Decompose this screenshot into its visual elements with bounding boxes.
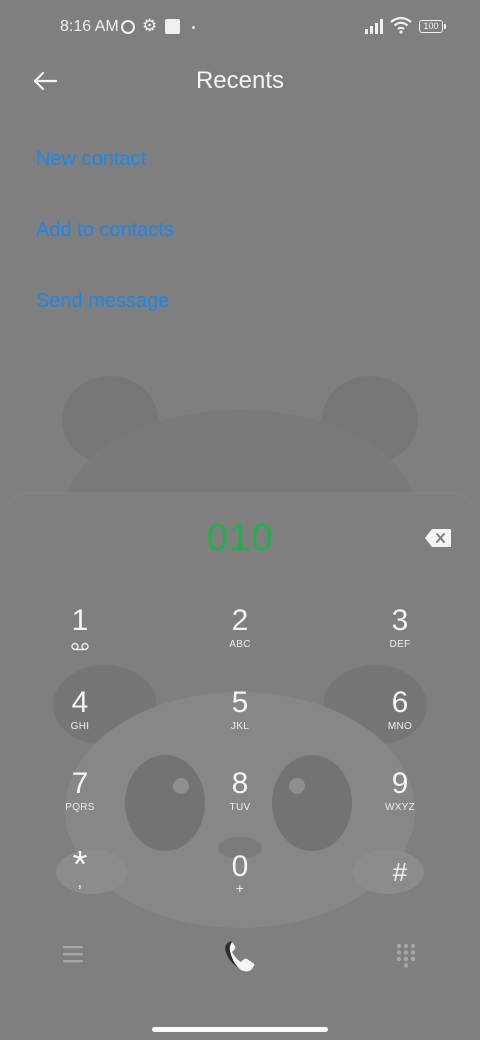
- key-7[interactable]: 7 PQRS: [20, 767, 140, 847]
- key-0[interactable]: 0 +: [180, 850, 300, 930]
- key-4[interactable]: 4 GHI: [20, 686, 140, 766]
- send-message-link[interactable]: Send message: [36, 290, 169, 313]
- square-notification-icon: [165, 19, 180, 34]
- add-to-contacts-link[interactable]: Add to contacts: [36, 219, 174, 242]
- gear-icon: ⚙: [142, 16, 158, 35]
- backspace-icon[interactable]: [424, 528, 452, 548]
- key-5[interactable]: 5 JKL: [180, 686, 300, 766]
- call-icon[interactable]: [221, 939, 259, 975]
- dialpad-icon[interactable]: [396, 943, 416, 969]
- key-2[interactable]: 2 ABC: [180, 604, 300, 684]
- key-3[interactable]: 3 DEF: [340, 604, 460, 684]
- menu-icon[interactable]: [62, 944, 84, 964]
- data-saver-icon: [121, 20, 135, 34]
- key-hash[interactable]: #: [340, 855, 460, 935]
- dot-icon: [192, 26, 195, 29]
- key-6[interactable]: 6 MNO: [340, 686, 460, 766]
- key-9[interactable]: 9 WXYZ: [340, 767, 460, 847]
- key-star[interactable]: * ,: [20, 846, 140, 930]
- new-contact-link[interactable]: New contact: [36, 148, 146, 171]
- signal-icon: [365, 19, 383, 34]
- page-title: Recents: [195, 67, 285, 94]
- dialed-number: 010: [206, 517, 274, 559]
- key-8[interactable]: 8 TUV: [180, 767, 300, 847]
- voicemail-icon: [71, 642, 89, 651]
- home-indicator[interactable]: [152, 1027, 328, 1032]
- status-time: 8:16 AM: [60, 18, 119, 35]
- battery-icon: 100: [419, 20, 446, 33]
- key-1[interactable]: 1: [20, 604, 140, 684]
- wifi-icon: [390, 16, 412, 34]
